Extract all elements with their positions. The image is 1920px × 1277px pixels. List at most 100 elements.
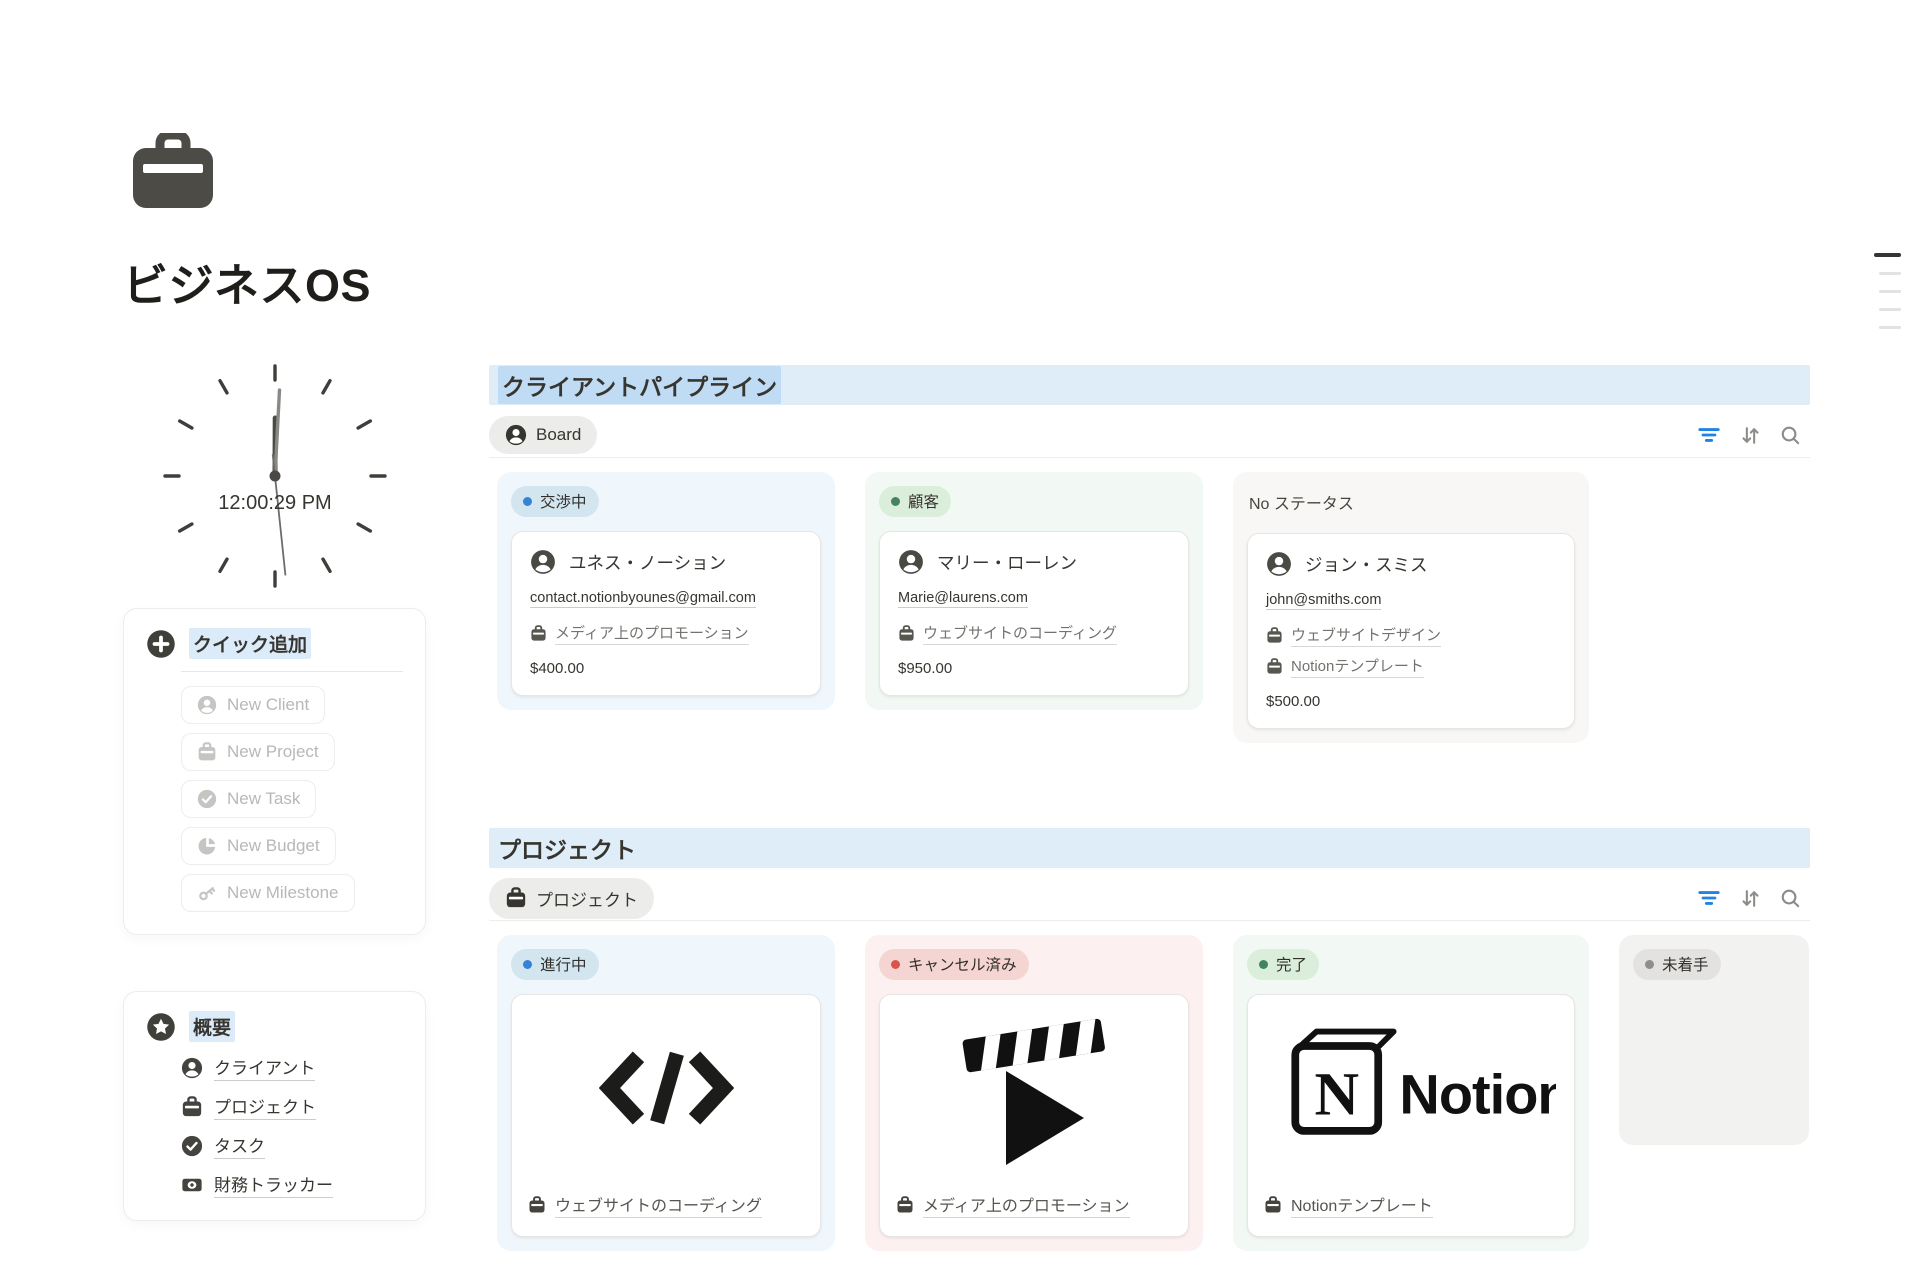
person-icon	[898, 549, 924, 575]
sort-icon[interactable]	[1738, 423, 1763, 448]
overview-link-finance-tracker[interactable]: 財務トラッカー	[181, 1171, 333, 1198]
search-icon[interactable]	[1779, 887, 1802, 910]
status-pill-done[interactable]: 完了	[1247, 949, 1319, 980]
briefcase-icon	[181, 1096, 203, 1118]
project-card-notion-template[interactable]: N Notion Notionテンプレート	[1247, 994, 1575, 1237]
client-card-john[interactable]: ジョン・スミス john@smiths.com ウェブサイトデザイン Notio…	[1247, 533, 1575, 729]
status-dot	[891, 497, 900, 506]
project-caption: メディア上のプロモーション	[923, 1192, 1130, 1218]
client-email-link[interactable]: contact.notionbyounes@gmail.com	[530, 590, 756, 608]
table-of-contents-indicator	[1874, 253, 1901, 329]
project-card-media-promotion[interactable]: メディア上のプロモーション	[879, 994, 1189, 1237]
status-pill-customer[interactable]: 顧客	[879, 486, 951, 517]
project-card-website-coding[interactable]: ウェブサイトのコーディング	[511, 994, 821, 1237]
code-icon	[599, 1050, 734, 1126]
board-column-no-status: No ステータス ジョン・スミス john@smiths.com ウェブサイトデ…	[1233, 472, 1589, 743]
button-label: New Client	[227, 695, 309, 715]
projects-heading-banner: プロジェクト	[489, 828, 1810, 868]
link-label: クライアント	[214, 1054, 315, 1081]
status-pill-in-progress[interactable]: 進行中	[511, 949, 599, 980]
digital-time: 12:00:29 PM	[155, 492, 395, 515]
projects-board: 進行中 ウェブサイトのコーディング	[489, 935, 1810, 1251]
status-label-no-status[interactable]: No ステータス	[1247, 486, 1575, 519]
status-dot	[523, 960, 532, 969]
search-icon[interactable]	[1779, 424, 1802, 447]
overview-link-tasks[interactable]: タスク	[181, 1132, 265, 1159]
toc-item[interactable]	[1879, 290, 1901, 293]
pipeline-heading: クライアントパイプライン	[498, 366, 781, 404]
overview-title: 概要	[189, 1011, 235, 1042]
client-email-link[interactable]: john@smiths.com	[1266, 592, 1381, 610]
board-view-tab[interactable]: Board	[489, 416, 597, 454]
toc-item[interactable]	[1879, 326, 1901, 329]
client-card-marie[interactable]: マリー・ローレン Marie@laurens.com ウェブサイトのコーディング…	[879, 531, 1189, 696]
status-pill-negotiating[interactable]: 交渉中	[511, 486, 599, 517]
project-relation-link[interactable]: メディア上のプロモーション	[530, 622, 749, 645]
new-milestone-button[interactable]: New Milestone	[181, 874, 355, 912]
key-icon	[197, 883, 217, 903]
status-label: キャンセル済み	[908, 953, 1017, 975]
briefcase-icon	[1266, 658, 1283, 675]
client-name: マリー・ローレン	[937, 550, 1077, 575]
link-label: タスク	[214, 1132, 265, 1159]
page-icon-briefcase[interactable]	[133, 133, 213, 209]
divider	[181, 671, 403, 672]
project-label: ウェブサイトデザイン	[1291, 624, 1441, 647]
sort-icon[interactable]	[1738, 886, 1763, 911]
project-relation-link[interactable]: ウェブサイトのコーディング	[898, 622, 1117, 645]
button-label: New Project	[227, 742, 319, 762]
overview-card: 概要 クライアント プロジェクト タスク 財務トラッカー	[123, 991, 426, 1221]
board-column-in-progress: 進行中 ウェブサイトのコーディング	[497, 935, 835, 1251]
new-project-button[interactable]: New Project	[181, 733, 335, 771]
overview-link-projects[interactable]: プロジェクト	[181, 1093, 316, 1120]
quick-add-card: クイック追加 New Client New Project New Task N…	[123, 608, 426, 935]
pie-chart-icon	[197, 836, 217, 856]
project-label: メディア上のプロモーション	[555, 622, 749, 645]
main-content: クライアントパイプライン Board 交渉中 ユネス・	[489, 365, 1810, 1251]
client-card-younes[interactable]: ユネス・ノーション contact.notionbyounes@gmail.co…	[511, 531, 821, 696]
movie-clapper-icon	[954, 1007, 1114, 1169]
projects-view-tab[interactable]: プロジェクト	[489, 878, 654, 919]
person-icon	[1266, 551, 1292, 577]
filter-icon[interactable]	[1696, 885, 1722, 911]
notion-logo: N Notion	[1266, 1020, 1556, 1155]
link-label: 財務トラッカー	[214, 1171, 333, 1198]
view-tab-label: プロジェクト	[536, 886, 638, 911]
person-icon	[505, 424, 527, 446]
toc-item[interactable]	[1874, 253, 1901, 257]
person-icon	[197, 695, 217, 715]
toc-item[interactable]	[1879, 272, 1901, 275]
new-task-button[interactable]: New Task	[181, 780, 316, 818]
filter-icon[interactable]	[1696, 422, 1722, 448]
status-pill-cancelled[interactable]: キャンセル済み	[879, 949, 1029, 980]
page-title: ビジネスOS	[123, 249, 426, 314]
status-pill-not-started[interactable]: 未着手	[1633, 949, 1721, 980]
check-icon	[181, 1135, 203, 1157]
new-client-button[interactable]: New Client	[181, 686, 325, 724]
project-caption: ウェブサイトのコーディング	[555, 1192, 762, 1218]
banknote-icon	[181, 1174, 203, 1196]
project-relation-link[interactable]: Notionテンプレート	[1266, 655, 1424, 678]
notion-logo-wordmark: Notion	[1399, 1063, 1556, 1126]
client-email-link[interactable]: Marie@laurens.com	[898, 590, 1028, 608]
check-icon	[197, 789, 217, 809]
board-column-done: 完了 N Notion Notionテンプレート	[1233, 935, 1589, 1251]
link-label: プロジェクト	[214, 1093, 316, 1120]
project-relation-link[interactable]: ウェブサイトデザイン	[1266, 624, 1441, 647]
pipeline-heading-banner: クライアントパイプライン	[489, 365, 1810, 405]
new-budget-button[interactable]: New Budget	[181, 827, 336, 865]
briefcase-icon	[197, 742, 217, 762]
status-label: 交渉中	[540, 490, 587, 512]
plus-circle-icon	[146, 629, 176, 659]
board-column-customer: 顧客 マリー・ローレン Marie@laurens.com ウェブサイトのコーデ…	[865, 472, 1203, 710]
client-name: ユネス・ノーション	[569, 550, 726, 575]
briefcase-icon	[530, 625, 547, 642]
board-column-not-started: 未着手	[1619, 935, 1809, 1145]
status-label: 進行中	[540, 953, 587, 975]
project-caption: Notionテンプレート	[1291, 1192, 1433, 1218]
view-tab-label: Board	[536, 425, 581, 445]
pipeline-board: 交渉中 ユネス・ノーション contact.notionbyounes@gmai…	[489, 472, 1810, 743]
button-label: New Milestone	[227, 883, 339, 903]
overview-link-clients[interactable]: クライアント	[181, 1054, 315, 1081]
toc-item[interactable]	[1879, 308, 1901, 311]
